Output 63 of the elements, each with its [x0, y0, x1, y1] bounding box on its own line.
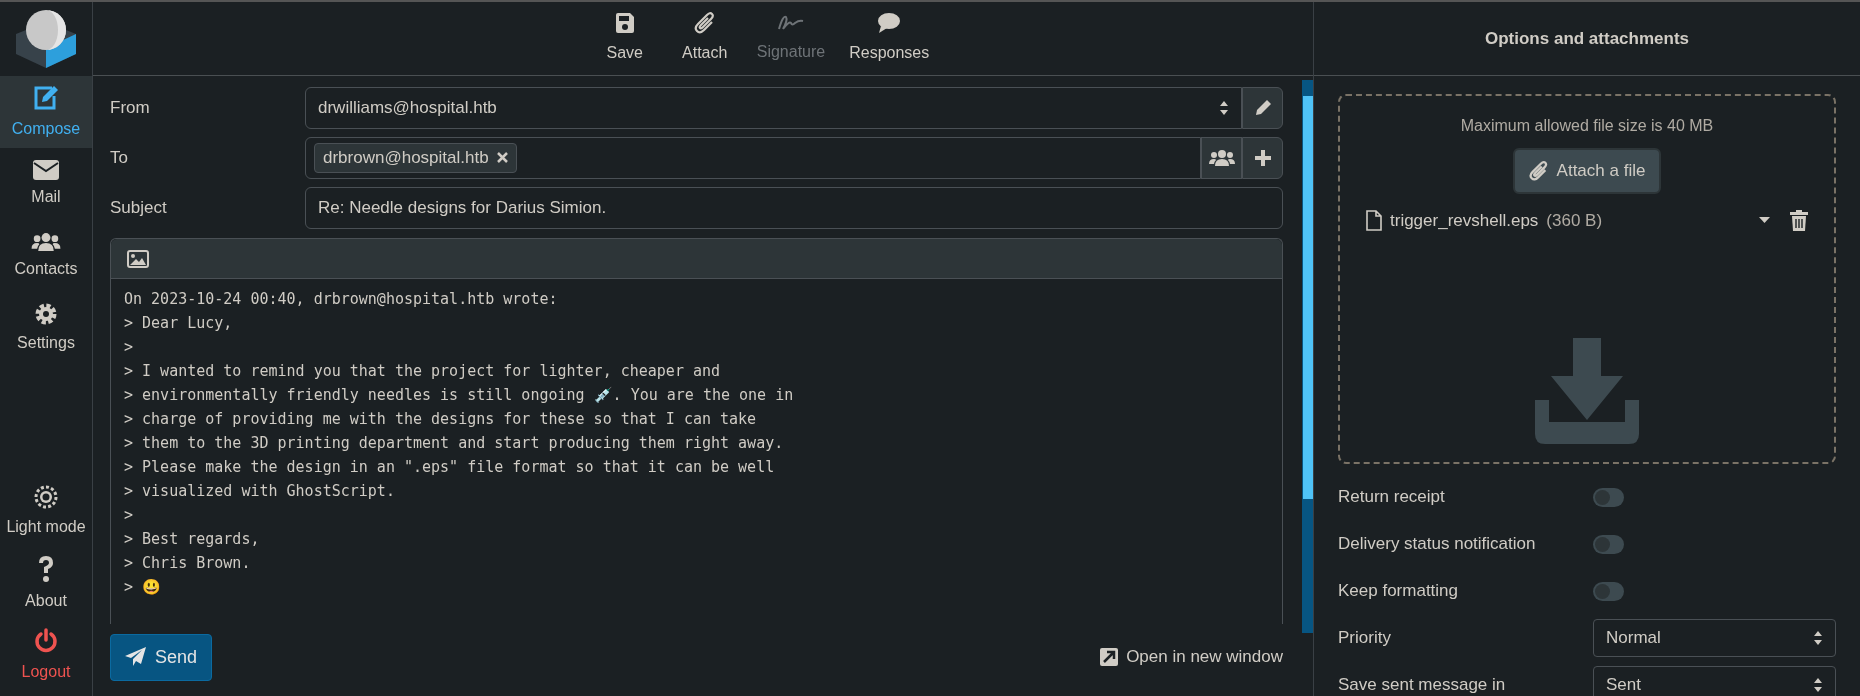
to-label: To — [110, 146, 129, 169]
toolbar-button[interactable]: Save — [588, 12, 661, 65]
external-link-icon — [1100, 648, 1119, 666]
remove-icon[interactable] — [496, 152, 508, 163]
caret-icon[interactable] — [1759, 217, 1770, 225]
sort-arrows-icon — [1813, 630, 1823, 646]
sidebar-item[interactable]: Compose — [0, 76, 92, 148]
delete-icon[interactable] — [1790, 210, 1808, 232]
sidebar-item[interactable]: Mail — [0, 148, 92, 220]
paper-plane-icon — [125, 647, 147, 667]
option-label: Delivery status notification — [1338, 533, 1537, 556]
option-label: Return receipt — [1338, 486, 1446, 509]
paperclip-icon — [1528, 160, 1549, 182]
add-recipient-button[interactable] — [1242, 136, 1283, 179]
send-button[interactable]: Send — [110, 633, 213, 681]
edit-icon — [32, 83, 60, 112]
attach-file-button[interactable]: Attach a file — [1512, 148, 1662, 194]
toggle-switch[interactable] — [1593, 581, 1624, 601]
subject-field[interactable]: Re: Needle designs for Darius Simion. — [305, 186, 1283, 229]
drop-zone[interactable]: Maximum allowed file size is 40 MB Attach a file trigger_revshell.eps (360 B) — [1338, 94, 1836, 464]
speech-bubble-icon — [877, 12, 902, 34]
sidebar-item[interactable]: Contacts — [0, 220, 92, 292]
sidebar-item[interactable]: Logout — [0, 620, 92, 692]
download-icon — [1535, 338, 1639, 444]
file-name[interactable]: trigger_revshell.eps — [1390, 208, 1539, 234]
people-icon — [1208, 148, 1235, 167]
toggle-switch[interactable] — [1593, 487, 1624, 507]
envelope-icon — [33, 159, 59, 180]
sort-arrows-icon — [1219, 99, 1229, 116]
settings-icon — [34, 301, 58, 326]
max-size-text: Maximum allowed file size is 40 MB — [1460, 116, 1714, 136]
file-size: (360 B) — [1546, 210, 1603, 232]
recipient-tag[interactable]: drbrown@hospital.htb — [314, 142, 517, 173]
to-field[interactable]: drbrown@hospital.htb — [305, 136, 1201, 179]
sort-arrows-icon — [1813, 677, 1823, 693]
toolbar-button[interactable]: Responses — [841, 12, 938, 65]
plus-icon — [1253, 148, 1272, 167]
sidebar-item[interactable]: Settings — [0, 292, 92, 364]
scrollbar[interactable] — [1302, 80, 1313, 633]
toggle-switch[interactable] — [1593, 534, 1624, 554]
question-mark-icon — [37, 555, 55, 583]
file-icon — [1366, 210, 1382, 232]
power-icon — [34, 628, 58, 654]
paperclip-icon — [693, 12, 716, 34]
contacts-button[interactable] — [1201, 136, 1242, 179]
image-icon[interactable] — [127, 249, 149, 268]
save-icon — [614, 12, 635, 34]
from-select[interactable]: drwilliams@hospital.htb — [305, 86, 1242, 129]
sidebar-item[interactable]: About — [0, 548, 92, 620]
option-label: Save sent message in — [1338, 674, 1507, 696]
select-field[interactable]: Normal — [1593, 619, 1836, 657]
open-new-window-link[interactable]: Open in new window — [1100, 644, 1283, 670]
sidebar-item[interactable]: Light mode — [0, 476, 92, 548]
option-label: Keep formatting — [1338, 580, 1459, 603]
from-label: From — [110, 96, 151, 119]
edit-identity-button[interactable] — [1242, 86, 1283, 129]
sun-icon — [34, 485, 58, 509]
people-icon — [31, 231, 61, 252]
subject-label: Subject — [110, 196, 168, 219]
panel-title: Options and attachments — [1485, 27, 1689, 50]
select-field[interactable]: Sent — [1593, 666, 1836, 696]
toolbar-button[interactable]: Attach — [668, 12, 741, 65]
option-label: Priority — [1338, 627, 1392, 650]
